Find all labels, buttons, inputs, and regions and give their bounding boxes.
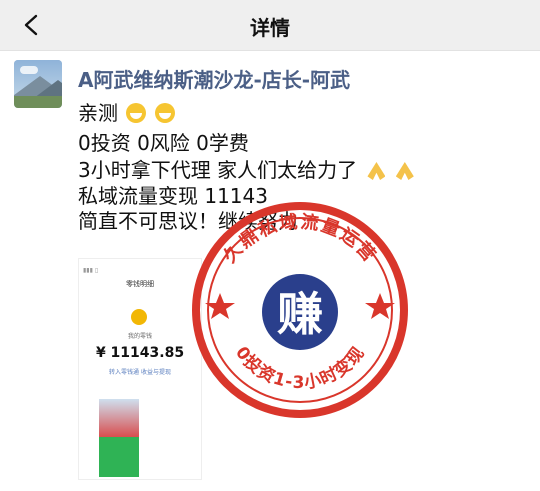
thumbnail-image[interactable] xyxy=(99,437,139,477)
post-line-2: 0投资 0风险 0学费 xyxy=(78,131,249,155)
pray-emoji-icon xyxy=(395,162,414,180)
thumbnail-image[interactable] xyxy=(99,399,139,439)
stamp-bottom-text: 0投资1-3小时变现 xyxy=(231,343,369,393)
wallet-amount: ¥ 11143.85 xyxy=(95,345,185,361)
author-avatar[interactable] xyxy=(14,60,62,108)
grin-emoji-icon xyxy=(154,103,175,123)
author-name[interactable]: A阿武维纳斯潮沙龙-店长-阿武 xyxy=(78,64,350,93)
post-line-3-text: 3小时拿下代理 家人们太给力了 xyxy=(78,158,358,182)
coin-icon xyxy=(131,309,147,325)
wallet-links: 转入零钱通 收益与提现 xyxy=(109,369,171,376)
post-line-1-text: 亲测 xyxy=(78,101,118,125)
status-bar: ▮▮▮ ▯ xyxy=(83,267,99,274)
promo-stamp: 久鼎私域流量运营 0投资1-3小时变现 赚 xyxy=(192,202,408,418)
page-title: 详情 xyxy=(250,16,290,40)
wallet-screenshot-image[interactable]: ▮▮▮ ▯ 零钱明细 我的零钱 ¥ 11143.85 转入零钱通 收益与提现 xyxy=(78,258,202,480)
wallet-header: 零钱明细 xyxy=(126,280,154,288)
wallet-label: 我的零钱 xyxy=(127,333,152,340)
stamp-center-text: 赚 xyxy=(277,287,323,341)
post-line-1: 亲测 xyxy=(78,97,175,126)
top-navigation-bar: 详情 xyxy=(0,0,540,51)
pray-emoji-icon xyxy=(367,162,386,180)
post-line-3: 3小时拿下代理 家人们太给力了 xyxy=(78,154,414,183)
grin-emoji-icon xyxy=(126,103,147,123)
